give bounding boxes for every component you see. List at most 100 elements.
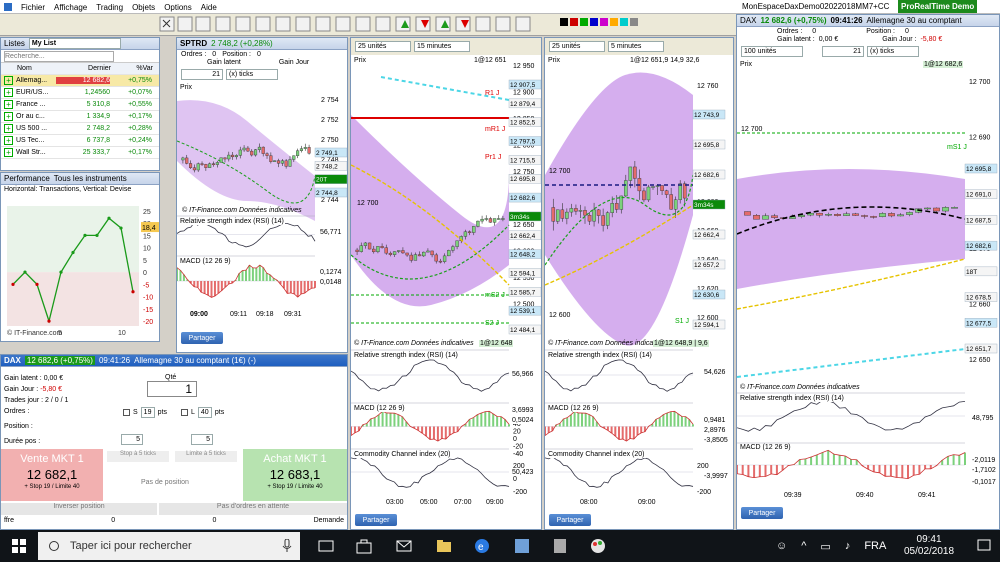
menu-fichier[interactable]: Fichier xyxy=(21,3,45,12)
watchlist-row[interactable]: + US 500 ... 2 748,2 +0,28% xyxy=(1,123,159,135)
spin-right[interactable]: 5 xyxy=(191,434,213,445)
c1-tag: 12 484,1 xyxy=(510,327,536,334)
c2-level: S1 J xyxy=(675,318,689,325)
c3-candle xyxy=(870,216,877,218)
microphone-icon[interactable] xyxy=(282,539,292,553)
chart2-interval-select[interactable]: 5 minutes xyxy=(608,41,664,52)
c1-macd-bar xyxy=(385,412,388,427)
person-icon[interactable]: ☺ xyxy=(776,540,787,553)
spin-left[interactable]: 5 xyxy=(121,434,143,445)
col-chg[interactable]: %Var xyxy=(111,65,153,72)
window-title: MonEspaceDaxDemo02022018MM7+CC xyxy=(742,2,890,11)
network-icon[interactable]: ▭ xyxy=(820,540,830,553)
mail-icon[interactable] xyxy=(396,538,412,554)
edge-icon[interactable]: e xyxy=(474,538,490,554)
spx-type-select[interactable]: (x) ticks xyxy=(226,69,278,80)
c2-candle xyxy=(605,212,610,226)
performance-tab[interactable]: Performance xyxy=(4,174,50,183)
chart3-unit-select[interactable]: 21 xyxy=(822,45,864,57)
chart3-position-label: Position : xyxy=(866,28,895,35)
qty-input[interactable]: 1 xyxy=(147,381,197,397)
chart3-chart[interactable]: 12 70012 69012 68012 67012 66012 65012 6… xyxy=(737,59,999,522)
paint-icon[interactable] xyxy=(590,538,606,554)
plus-icon[interactable]: + xyxy=(4,124,13,133)
limit-input[interactable]: 40 xyxy=(197,407,212,418)
watchlist-row[interactable]: + Wall Str... 25 333,7 +0,17% xyxy=(1,147,159,159)
menu-objets[interactable]: Objets xyxy=(132,3,155,12)
col-name[interactable]: Nom xyxy=(1,65,59,72)
all-instruments-tab[interactable]: Tous les instruments xyxy=(54,174,127,183)
pending-orders-button[interactable]: Pas d'ordres en attente xyxy=(159,503,347,515)
spx-macd-bar xyxy=(213,281,216,297)
watchlist-row-chg: +0,24% xyxy=(128,137,152,144)
watchlist-row[interactable]: + EUR/US... 1,24560 +0,07% xyxy=(1,87,159,99)
watchlist-select[interactable]: My List xyxy=(28,38,121,49)
spx-candle xyxy=(261,146,265,154)
plus-icon[interactable]: + xyxy=(4,100,13,109)
c1-macd-bar xyxy=(429,426,431,440)
reverse-button[interactable]: Inverser position xyxy=(1,503,157,515)
orders-label: Ordres : xyxy=(4,408,30,415)
c1-candle xyxy=(463,231,468,237)
menu-affichage[interactable]: Affichage xyxy=(54,3,87,12)
c3-tag: 12 651,7 xyxy=(966,346,992,353)
stop-checkbox[interactable] xyxy=(123,409,130,416)
stop-input[interactable]: 19 xyxy=(140,407,155,418)
chart1-units-select[interactable]: 25 unités xyxy=(355,41,411,52)
plus-icon[interactable]: + xyxy=(4,148,13,157)
limit-checkbox[interactable] xyxy=(181,409,188,416)
spx-position-label: Position : xyxy=(222,51,251,58)
chart3-units-select[interactable]: 100 unités xyxy=(741,45,803,57)
chart1-interval-select[interactable]: 15 minutes xyxy=(414,41,470,52)
menu-options[interactable]: Options xyxy=(164,3,192,12)
calculator-icon[interactable] xyxy=(552,538,568,554)
taskbar-search[interactable]: Taper ici pour rechercher xyxy=(38,532,300,560)
clock[interactable]: 09:41 05/02/2018 xyxy=(904,534,954,558)
plus-icon[interactable]: + xyxy=(4,76,13,85)
menu-aide[interactable]: Aide xyxy=(201,3,217,12)
col-last[interactable]: Dernier xyxy=(59,65,111,72)
prorealtime-icon[interactable] xyxy=(514,538,530,554)
chart2-share-button[interactable]: Partager xyxy=(549,514,591,526)
chart1-share-button[interactable]: Partager xyxy=(355,514,397,526)
c2-macd-bar xyxy=(677,413,680,427)
plus-icon[interactable]: + xyxy=(4,136,13,145)
watchlist-search-input[interactable] xyxy=(4,51,114,62)
store-icon[interactable] xyxy=(356,538,372,554)
spx-tag: 2 744,8 xyxy=(316,190,338,197)
c2-macd-bar xyxy=(584,413,587,427)
plus-icon[interactable]: + xyxy=(4,88,13,97)
c1-candle xyxy=(501,218,505,220)
notifications-icon[interactable] xyxy=(976,538,992,554)
spx-unit-select[interactable]: 21 xyxy=(181,69,223,80)
spx-chart[interactable]: 2 7542 7522 7502 7482 7462 7442 749,12 7… xyxy=(177,81,347,349)
spx-share-button[interactable]: Partager xyxy=(181,332,223,344)
lang-indicator[interactable]: FRA xyxy=(864,540,886,553)
stop5-button[interactable]: Stop à 5 ticks xyxy=(107,451,169,462)
c2-level: 12 700 xyxy=(549,168,571,175)
task-view-icon[interactable] xyxy=(318,538,334,554)
chart2-units-select[interactable]: 25 unités xyxy=(549,41,605,52)
watchlist-row[interactable]: + US Tec... 6 737,8 +0,24% xyxy=(1,135,159,147)
sell-button[interactable]: Vente MKT 1 12 682,1 + Stop 19 / Limite … xyxy=(1,449,103,501)
file-explorer-icon[interactable] xyxy=(436,538,452,554)
c1-cci-tick: 0 xyxy=(513,476,517,483)
chart3-type-select[interactable]: (x) ticks xyxy=(867,45,919,57)
spx-y-tick: 2 754 xyxy=(321,97,339,104)
windows-start-icon[interactable] xyxy=(12,539,26,553)
plus-icon[interactable]: + xyxy=(4,112,13,121)
spx-macd-bar xyxy=(300,281,303,295)
watchlist-row[interactable]: + France ... 5 310,8 +0,55% xyxy=(1,99,159,111)
chevron-up-icon[interactable]: ^ xyxy=(801,540,806,553)
spx-tag: 2 748,2 xyxy=(316,163,338,170)
chart1-prix-label: Prix xyxy=(353,57,368,64)
c1-candle xyxy=(426,250,430,253)
watchlist-tab-listes[interactable]: Listes xyxy=(4,39,25,48)
watchlist-row[interactable]: + Allemag... 12 682,6 +0,75% xyxy=(1,75,159,87)
chart3-share-button[interactable]: Partager xyxy=(741,507,783,519)
buy-button[interactable]: Achat MKT 1 12 683,1 + Stop 19 / Limite … xyxy=(243,449,347,501)
limit5-button[interactable]: Limite à 5 ticks xyxy=(175,451,237,462)
volume-icon[interactable]: ♪ xyxy=(845,540,851,553)
watchlist-row[interactable]: + Or au c... 1 334,9 +0,17% xyxy=(1,111,159,123)
menu-trading[interactable]: Trading xyxy=(96,3,123,12)
